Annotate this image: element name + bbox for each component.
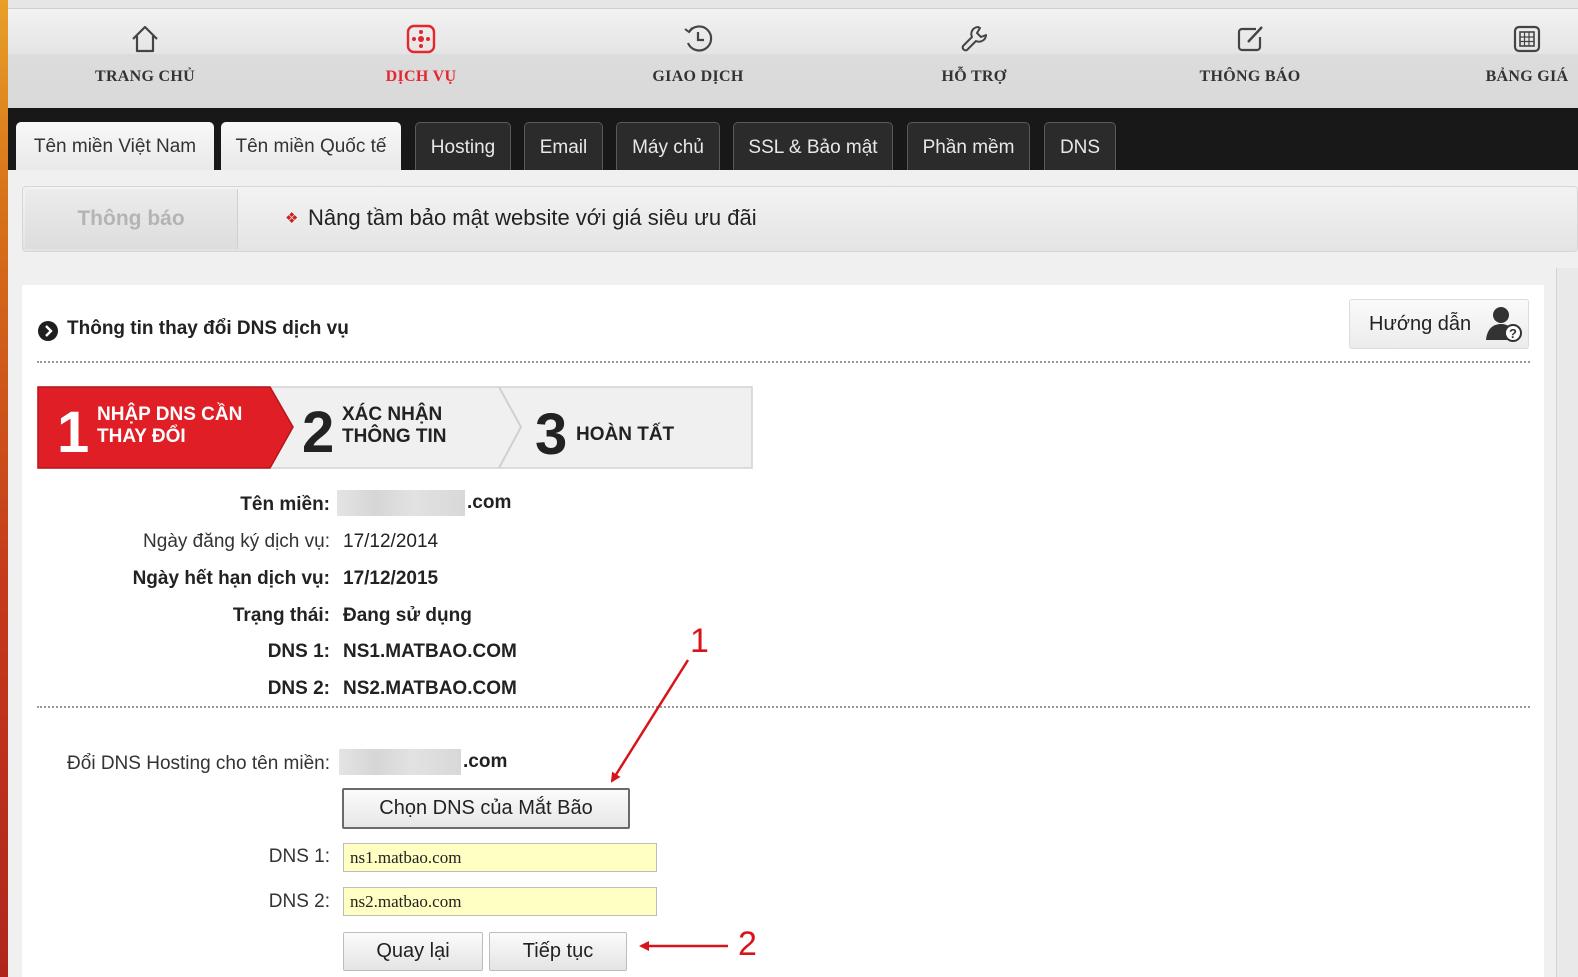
domain-label: Tên miền: xyxy=(240,494,330,515)
nav-item-support[interactable]: HỖ TRỢ xyxy=(874,9,1074,108)
step-3-line1: HOÀN TẤT xyxy=(576,424,675,445)
user-help-icon: ? xyxy=(1484,304,1524,344)
dns2-field-label: DNS 2: xyxy=(268,891,330,912)
divider xyxy=(37,706,1530,708)
edit-notice-icon xyxy=(1234,23,1266,55)
exp-date-value: 17/12/2015 xyxy=(343,568,439,589)
section-title: Thông tin thay đổi DNS dịch vụ xyxy=(67,318,349,339)
top-navigation: TRANG CHỦ DỊCH VỤ GIAO DỊCH HỖ TRỢ THÔNG… xyxy=(8,9,1578,108)
nav-item-label: HỖ TRỢ xyxy=(941,68,1007,85)
back-button[interactable]: Quay lại xyxy=(343,932,483,971)
progress-steps: 1 NHẬP DNS CẦN THAY ĐỔI 2 XÁC NHẬN THÔNG… xyxy=(37,386,753,470)
redacted-domain xyxy=(339,749,461,775)
step-2-line2: THÔNG TIN xyxy=(342,426,447,447)
continue-button[interactable]: Tiếp tục xyxy=(489,932,627,971)
transaction-history-icon xyxy=(682,23,714,55)
notice-label: Thông báo xyxy=(25,189,238,249)
nav-item-transactions[interactable]: GIAO DỊCH xyxy=(598,9,798,108)
tab-hosting[interactable]: Hosting xyxy=(415,122,511,170)
service-tab-bar: Tên miền Việt Nam Tên miền Quốc tế Hosti… xyxy=(8,108,1578,170)
divider xyxy=(37,361,1530,363)
current-dns2-value: NS2.MATBAO.COM xyxy=(343,678,517,699)
nav-item-label: THÔNG BÁO xyxy=(1199,68,1301,85)
services-icon xyxy=(405,23,437,55)
tab-email[interactable]: Email xyxy=(524,122,603,170)
window-top-edge xyxy=(8,0,1578,9)
reg-date-label: Ngày đăng ký dịch vụ: xyxy=(143,531,330,552)
step-1-line2: THAY ĐỔI xyxy=(97,426,186,447)
wrench-icon xyxy=(958,23,990,55)
notice-bar: Thông báo ❖ Nâng tầm bảo mật website với… xyxy=(22,186,1578,252)
status-label: Trạng thái: xyxy=(232,605,330,626)
notice-bullet-icon: ❖ xyxy=(285,210,299,227)
nav-item-label: TRANG CHỦ xyxy=(94,68,196,85)
domain-value: .com xyxy=(337,490,511,516)
nav-item-label: BẢNG GIÁ xyxy=(1485,68,1569,85)
price-table-icon xyxy=(1511,23,1543,55)
domain-suffix: .com xyxy=(463,751,508,773)
step-1-number: 1 xyxy=(57,400,90,465)
dns1-field-label: DNS 1: xyxy=(268,846,330,867)
reg-date-value: 17/12/2014 xyxy=(343,531,439,552)
guide-button[interactable]: Hướng dẫn ? xyxy=(1349,299,1529,349)
step-1-line1: NHẬP DNS CẦN xyxy=(97,404,243,425)
tab-server[interactable]: Máy chủ xyxy=(616,122,720,170)
arrow-circle-icon xyxy=(37,320,59,342)
notice-link[interactable]: Nâng tầm bảo mật website với giá siêu ưu… xyxy=(308,205,757,231)
status-value: Đang sử dụng xyxy=(343,605,472,626)
dns2-input[interactable] xyxy=(343,887,657,916)
nav-item-services[interactable]: DỊCH VỤ xyxy=(321,9,521,108)
nav-item-notices[interactable]: THÔNG BÁO xyxy=(1150,9,1350,108)
current-dns1-label: DNS 1: xyxy=(267,641,330,662)
domain-suffix: .com xyxy=(467,492,512,514)
dns1-input[interactable] xyxy=(343,843,657,872)
change-domain-value: .com xyxy=(339,749,507,775)
home-icon xyxy=(129,23,161,55)
tab-intl-domain[interactable]: Tên miền Quốc tế xyxy=(221,122,401,170)
current-dns1-value: NS1.MATBAO.COM xyxy=(343,641,517,662)
nav-item-label: DỊCH VỤ xyxy=(385,68,457,85)
annotation-number-2: 2 xyxy=(738,925,757,963)
tab-vn-domain[interactable]: Tên miền Việt Nam xyxy=(16,122,214,170)
redacted-domain xyxy=(337,490,465,516)
svg-text:?: ? xyxy=(1509,326,1517,341)
change-dns-label: Đổi DNS Hosting cho tên miền: xyxy=(67,753,330,774)
exp-date-label: Ngày hết hạn dịch vụ: xyxy=(132,568,330,589)
nav-item-label: GIAO DỊCH xyxy=(652,68,744,85)
guide-button-label: Hướng dẫn xyxy=(1369,313,1472,335)
annotation-number-1: 1 xyxy=(690,622,709,660)
step-2-number: 2 xyxy=(302,400,335,465)
choose-matbao-dns-button[interactable]: Chọn DNS của Mắt Bão xyxy=(342,788,630,829)
nav-item-price-table[interactable]: BẢNG GIÁ xyxy=(1427,9,1578,108)
nav-item-home[interactable]: TRANG CHỦ xyxy=(45,9,245,108)
window-left-edge xyxy=(0,0,8,977)
step-3-number: 3 xyxy=(535,402,568,467)
tab-software[interactable]: Phần mềm xyxy=(907,122,1030,170)
tab-ssl-security[interactable]: SSL & Bảo mật xyxy=(733,122,893,170)
right-sidebar-edge xyxy=(1556,268,1578,977)
tab-dns[interactable]: DNS xyxy=(1044,122,1116,170)
current-dns2-label: DNS 2: xyxy=(267,678,330,699)
step-2-line1: XÁC NHẬN xyxy=(342,404,443,425)
